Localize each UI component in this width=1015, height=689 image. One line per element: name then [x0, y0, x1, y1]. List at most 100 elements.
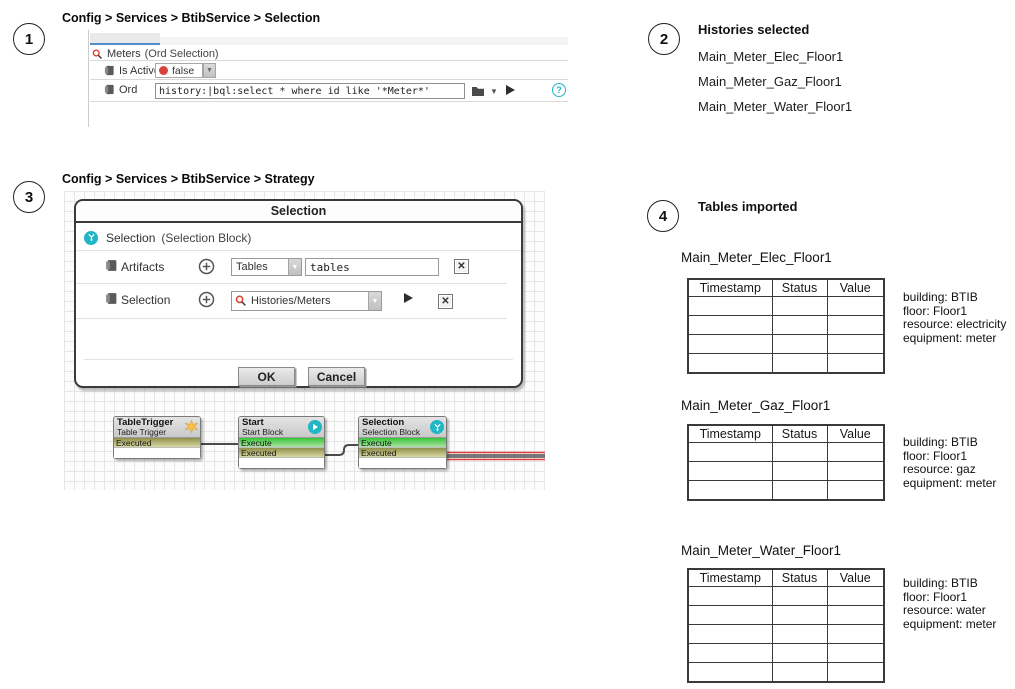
- table-title: Main_Meter_Elec_Floor1: [681, 250, 832, 265]
- cancel-button[interactable]: Cancel: [308, 367, 365, 386]
- tag-line: floor: Floor1: [903, 450, 996, 464]
- table-cell: [772, 605, 827, 624]
- block-header[interactable]: Selection Selection Block: [359, 417, 446, 438]
- is-active-value[interactable]: false: [155, 63, 203, 78]
- imported-table-water: Timestamp Status Value: [687, 568, 885, 683]
- run-play-icon[interactable]: [404, 293, 413, 303]
- table-cell: [772, 315, 827, 334]
- port-execute[interactable]: Execute: [239, 438, 324, 448]
- ord-properties-panel: Meters (Ord Selection) Is Active false ▼…: [88, 30, 568, 127]
- artifact-type-dropdown[interactable]: Tables ▼: [231, 258, 302, 276]
- table-cell: [827, 624, 884, 643]
- ord-input[interactable]: [155, 83, 465, 99]
- table-header-row: Timestamp Status Value: [688, 569, 884, 586]
- table-cell: [688, 605, 772, 624]
- port-executed[interactable]: Executed: [359, 448, 446, 458]
- add-icon[interactable]: [198, 291, 215, 308]
- table-tags: building: BTIB floor: Floor1 resource: e…: [903, 291, 1006, 345]
- history-item: Main_Meter_Water_Floor1: [698, 99, 852, 114]
- remove-button[interactable]: ✕: [454, 259, 469, 274]
- column-header: Value: [827, 569, 884, 586]
- tag-line: equipment: meter: [903, 477, 996, 491]
- selection-row: Selection Histories/Meters ▼ ✕: [76, 284, 507, 319]
- table-row: [688, 605, 884, 624]
- tag-line: resource: gaz: [903, 463, 996, 477]
- row-label: Selection: [121, 293, 170, 307]
- table-cell: [772, 586, 827, 605]
- port-execute[interactable]: Execute: [359, 438, 446, 448]
- help-icon[interactable]: ?: [552, 83, 566, 97]
- port-executed[interactable]: Executed: [239, 448, 324, 458]
- table-tags: building: BTIB floor: Floor1 resource: w…: [903, 577, 996, 631]
- remove-button[interactable]: ✕: [438, 294, 453, 309]
- table-cell: [827, 353, 884, 373]
- breadcrumb: Config > Services > BtibService > Strate…: [62, 172, 315, 186]
- block-name: Selection: [106, 231, 155, 245]
- block-start[interactable]: Start Start Block Execute Executed: [238, 416, 325, 469]
- dialog-title[interactable]: Selection: [76, 201, 521, 223]
- folder-caret-icon[interactable]: ▼: [490, 87, 498, 96]
- add-icon[interactable]: [198, 258, 215, 275]
- table-cell: [772, 624, 827, 643]
- table-cell: [688, 353, 772, 373]
- folder-icon[interactable]: [471, 85, 485, 97]
- port-empty[interactable]: [239, 458, 324, 468]
- section-title: Meters: [107, 48, 141, 60]
- column-header: Value: [827, 279, 884, 296]
- imported-table-elec: Timestamp Status Value: [687, 278, 885, 374]
- column-header: Status: [772, 425, 827, 442]
- tag-line: building: BTIB: [903, 577, 996, 591]
- is-active-row: Is Active false ▼: [90, 61, 568, 80]
- table-cell: [827, 643, 884, 662]
- table-cell: [827, 315, 884, 334]
- table-cell: [827, 442, 884, 461]
- table-row: [688, 442, 884, 461]
- row-label: Artifacts: [121, 260, 164, 274]
- selection-value: Histories/Meters: [247, 295, 330, 307]
- table-row: [688, 334, 884, 353]
- block-selection[interactable]: Selection Selection Block Execute Execut…: [358, 416, 447, 469]
- magnifier-icon: [235, 295, 247, 307]
- port-empty[interactable]: [359, 458, 446, 468]
- artifact-name-input[interactable]: [305, 258, 439, 276]
- property-label: Ord: [119, 84, 137, 96]
- selection-block-icon: [84, 231, 98, 245]
- ok-button[interactable]: OK: [238, 367, 295, 386]
- port-empty[interactable]: [114, 448, 200, 458]
- table-cell: [772, 296, 827, 315]
- dropdown-caret-button[interactable]: ▼: [203, 63, 216, 78]
- table-title: Main_Meter_Water_Floor1: [681, 543, 841, 558]
- divider: [84, 359, 513, 360]
- table-tags: building: BTIB floor: Floor1 resource: g…: [903, 436, 996, 490]
- dropdown-caret-icon[interactable]: ▼: [288, 259, 301, 275]
- table-cell: [772, 480, 827, 500]
- table-cell: [688, 315, 772, 334]
- active-tab[interactable]: [90, 33, 160, 45]
- block-tabletrigger[interactable]: TableTrigger Table Trigger Executed: [113, 416, 201, 459]
- block-header[interactable]: Start Start Block: [239, 417, 324, 438]
- tutorial-figure: 1 Config > Services > BtibService > Sele…: [0, 0, 1015, 689]
- table-cell: [827, 605, 884, 624]
- selection-dropdown[interactable]: Histories/Meters ▼: [231, 291, 382, 311]
- dropdown-caret-icon[interactable]: ▼: [368, 292, 381, 310]
- history-item: Main_Meter_Elec_Floor1: [698, 49, 843, 64]
- port-executed[interactable]: Executed: [114, 438, 200, 448]
- table-cell: [772, 334, 827, 353]
- wire-start-selection[interactable]: [325, 445, 358, 455]
- resolve-play-icon[interactable]: [506, 85, 515, 95]
- block-header[interactable]: TableTrigger Table Trigger: [114, 417, 200, 438]
- play-circle-icon: [308, 420, 322, 434]
- tag-line: building: BTIB: [903, 291, 1006, 305]
- magnifier-icon: [92, 49, 103, 60]
- spark-icon: [185, 420, 198, 433]
- column-header: Status: [772, 569, 827, 586]
- tag-line: floor: Floor1: [903, 305, 1006, 319]
- table-row: [688, 662, 884, 682]
- step-number: 1: [25, 31, 33, 48]
- table-header-row: Timestamp Status Value: [688, 279, 884, 296]
- table-row: [688, 296, 884, 315]
- histories-selected-title: Histories selected: [698, 22, 809, 37]
- step-number: 2: [660, 31, 668, 48]
- property-icon: [105, 292, 118, 305]
- table-cell: [827, 480, 884, 500]
